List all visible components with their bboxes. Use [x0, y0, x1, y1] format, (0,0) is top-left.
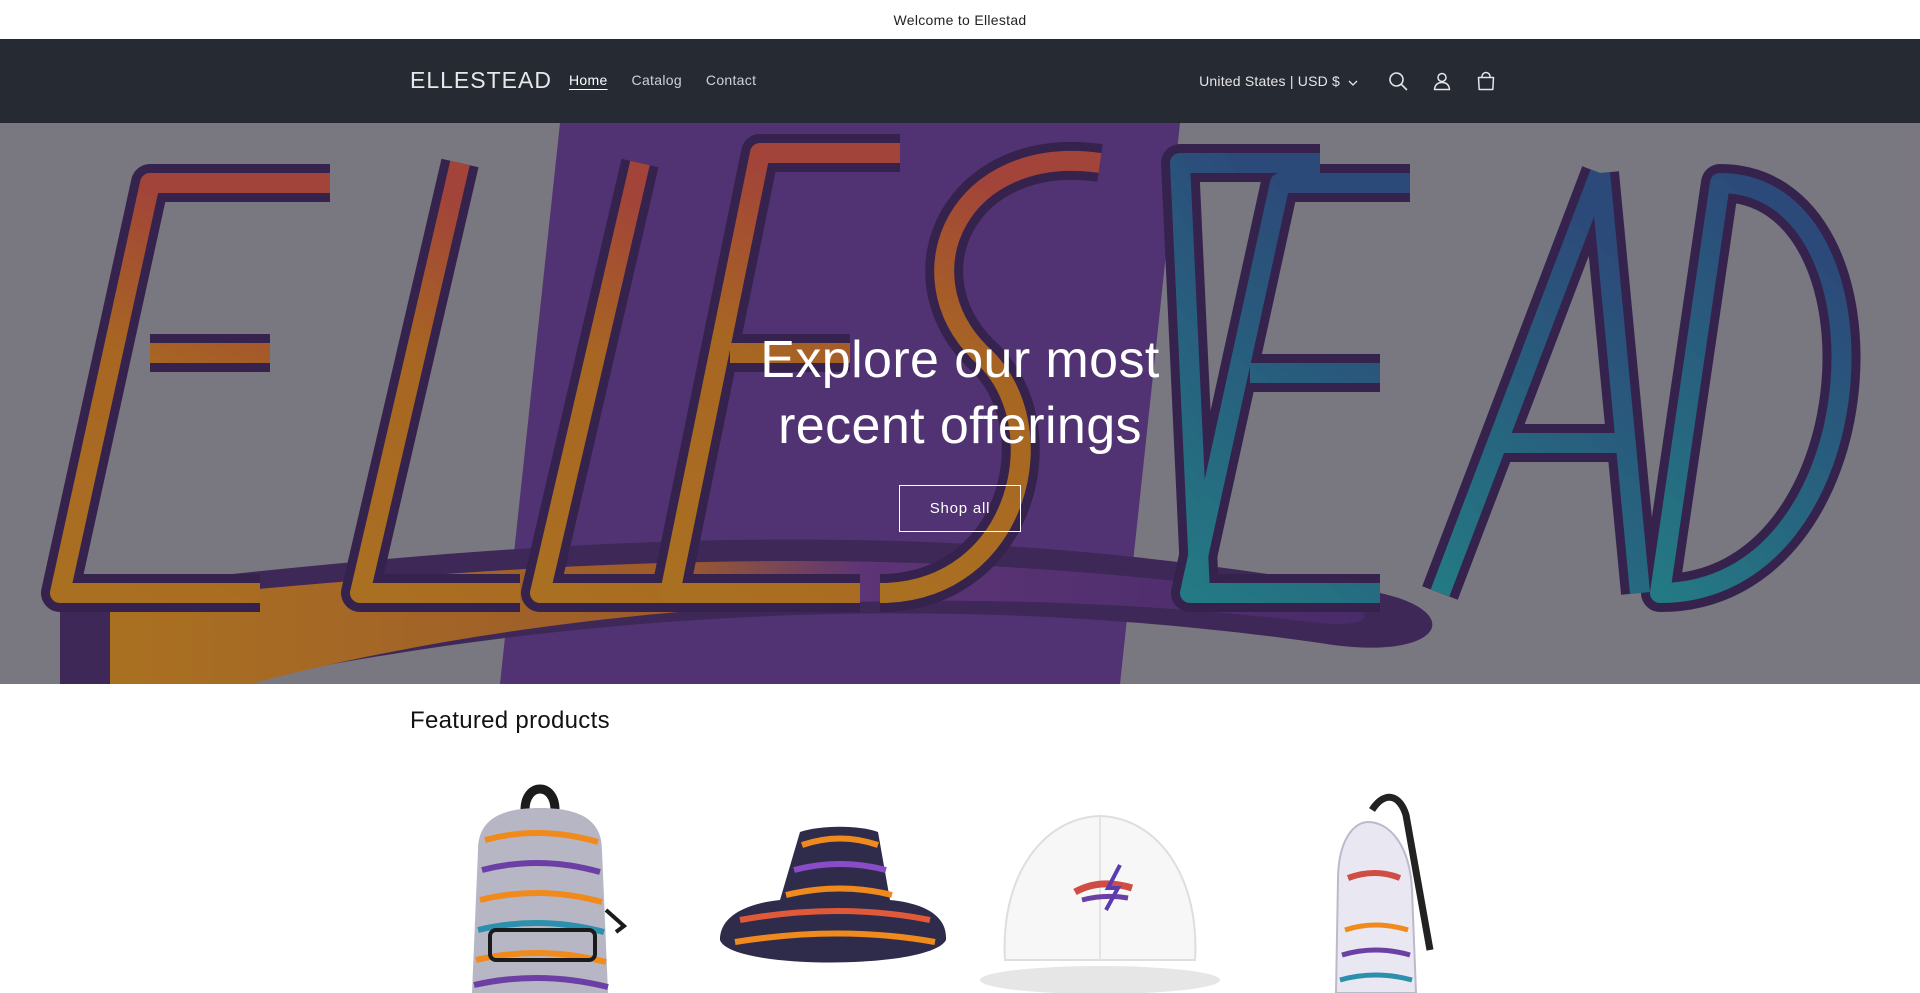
shop-all-button[interactable]: Shop all	[899, 485, 1021, 532]
announcement-text: Welcome to Ellestad	[893, 11, 1027, 28]
featured-products-grid	[410, 770, 1510, 993]
product-card-bucket-hat[interactable]	[690, 770, 950, 993]
product-card-backpack[interactable]	[410, 770, 670, 993]
localization-label: United States | USD $	[1199, 73, 1340, 89]
product-card-baseball-cap[interactable]	[970, 770, 1230, 993]
search-icon[interactable]	[1376, 59, 1420, 103]
header-actions: United States | USD $	[1199, 39, 1508, 123]
featured-products-title: Featured products	[410, 707, 610, 734]
cart-icon[interactable]	[1464, 59, 1508, 103]
product-card-sling-bag[interactable]	[1250, 770, 1510, 993]
product-image-backpack	[472, 784, 628, 993]
nav-contact[interactable]: Contact	[706, 72, 756, 88]
announcement-bar: Welcome to Ellestad	[0, 0, 1920, 39]
account-icon[interactable]	[1420, 59, 1464, 103]
product-image-baseball-cap	[980, 814, 1220, 993]
store-logo[interactable]: ELLESTEAD	[410, 66, 552, 94]
hero-title: Explore our most recent offerings	[760, 331, 1160, 455]
hero-banner: Explore our most recent offerings Shop a…	[0, 123, 1920, 684]
main-nav: Home Catalog Contact	[569, 72, 780, 88]
site-header: ELLESTEAD Home Catalog Contact United St…	[0, 39, 1920, 123]
country-currency-selector[interactable]: United States | USD $	[1199, 73, 1358, 89]
chevron-down-icon	[1348, 73, 1358, 89]
product-image-bucket-hat	[720, 826, 947, 963]
nav-home[interactable]: Home	[569, 72, 608, 88]
hero-content: Explore our most recent offerings Shop a…	[0, 123, 1920, 684]
product-image-sling-bag	[1334, 794, 1434, 993]
nav-catalog[interactable]: Catalog	[632, 72, 682, 88]
